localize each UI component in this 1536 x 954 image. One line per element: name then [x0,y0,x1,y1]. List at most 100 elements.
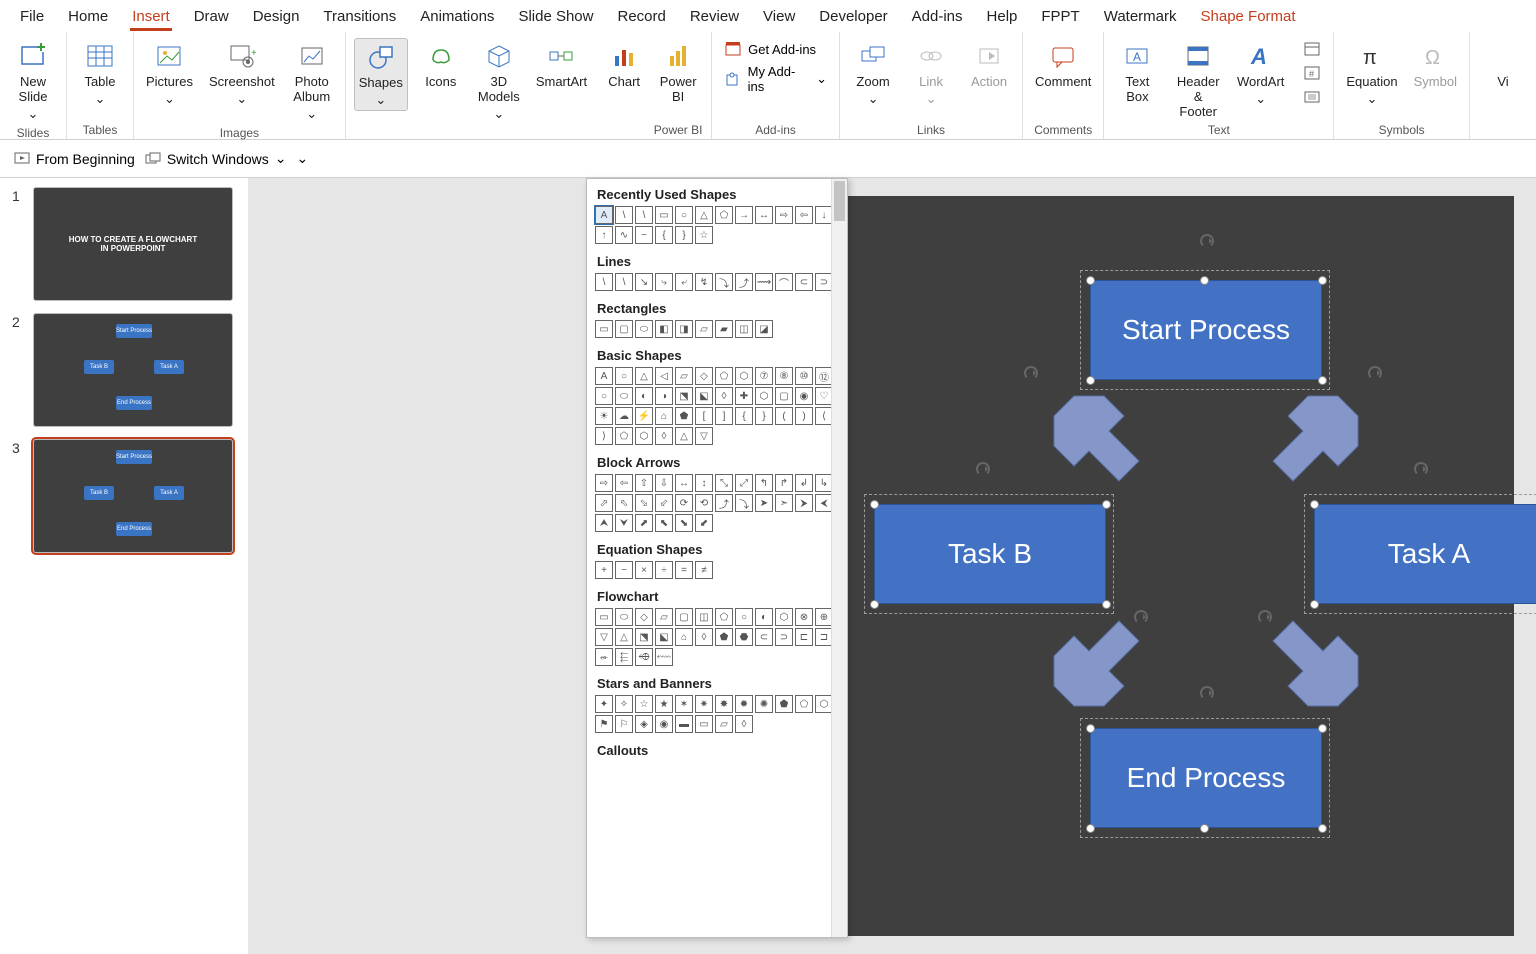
shape-item[interactable]: ⇦ [615,474,633,492]
shape-item[interactable]: ⬡ [735,367,753,385]
shape-item[interactable]: ◇ [695,367,713,385]
rotate-handle[interactable] [976,462,990,476]
shape-item[interactable]: ⇨ [595,474,613,492]
shape-item[interactable]: ⌂ [675,628,693,646]
shape-arrow-bl[interactable] [1034,616,1144,726]
shapes-dropdown[interactable]: Recently Used ShapesA\\▭○△⬠→↔⇨⇦↓↑∿~{}☆Li… [586,178,848,938]
shape-item[interactable]: ~ [635,226,653,244]
resize-handle[interactable] [1102,500,1111,509]
resize-handle[interactable] [1318,376,1327,385]
action-button[interactable]: Action [964,38,1014,91]
shape-item[interactable]: ] [715,407,733,425]
shape-item[interactable]: ⬭ [615,387,633,405]
shape-item[interactable]: ○ [675,206,693,224]
shapes-button[interactable]: Shapes ⌄ [354,38,408,111]
shape-item[interactable]: ⇩ [655,474,673,492]
shape-item[interactable]: → [735,206,753,224]
shape-item[interactable]: ⤶ [675,273,693,291]
qat-overflow-button[interactable]: ⌄ [296,150,308,167]
shape-item[interactable]: ↑ [595,226,613,244]
shape-item[interactable]: ⬉ [655,514,673,532]
resize-handle[interactable] [1086,824,1095,833]
shape-item[interactable]: ☆ [695,226,713,244]
shape-item[interactable]: ◨ [675,320,693,338]
table-button[interactable]: Table ⌄ [75,38,125,109]
shape-start-process[interactable]: Start Process [1090,280,1322,380]
tab-record[interactable]: Record [605,4,677,29]
thumbnail-slide[interactable]: Start Process Task B Task A End Process [34,440,232,552]
shape-item[interactable]: ◑ [655,387,673,405]
thumbnail-slide[interactable]: HOW TO CREATE A FLOWCHART IN POWERPOINT [34,188,232,300]
slide-thumbnail-panel[interactable]: 1 HOW TO CREATE A FLOWCHART IN POWERPOIN… [0,178,248,954]
shape-item[interactable]: ◊ [695,628,713,646]
shape-item[interactable]: ⚑ [595,715,613,733]
shape-item[interactable]: ⑩ [795,367,813,385]
shape-item[interactable]: ⤡ [715,474,733,492]
shape-item[interactable]: ◈ [635,715,653,733]
shape-item[interactable]: ✹ [735,695,753,713]
shape-item[interactable]: ↔ [755,206,773,224]
shape-item[interactable]: A [595,206,613,224]
pictures-button[interactable]: Pictures ⌄ [142,38,197,109]
shape-item[interactable]: ★ [655,695,673,713]
shape-item[interactable]: ) [795,407,813,425]
shape-item[interactable]: ✺ [755,695,773,713]
resize-handle[interactable] [1310,600,1319,609]
shape-item[interactable]: ⟳ [675,494,693,512]
new-slide-button[interactable]: New Slide ⌄ [8,38,58,124]
shape-item[interactable]: ▭ [595,608,613,626]
shape-item[interactable]: { [735,407,753,425]
tab-addins[interactable]: Add-ins [900,4,975,29]
shape-item[interactable]: △ [635,367,653,385]
shape-item[interactable]: ⬭ [615,608,633,626]
shape-item[interactable]: ☆ [635,695,653,713]
shape-item[interactable]: ⬱ [615,648,633,666]
shape-item[interactable]: ⬭ [635,320,653,338]
shape-item[interactable]: ▬ [675,715,693,733]
shape-item[interactable]: ⬂ [635,494,653,512]
thumbnail-2[interactable]: 2 Start Process Task B Task A End Proces… [12,314,236,426]
shape-item[interactable]: { [655,226,673,244]
tab-review[interactable]: Review [678,4,751,29]
shape-item[interactable]: ◫ [735,320,753,338]
resize-handle[interactable] [1086,276,1095,285]
my-addins-button[interactable]: My Add-ins ⌄ [720,62,831,96]
shape-item[interactable]: ⚐ [615,715,633,733]
shape-item[interactable]: ▱ [715,715,733,733]
shape-item[interactable]: ☀ [595,407,613,425]
shape-item[interactable]: ○ [735,608,753,626]
shape-item[interactable]: ⑧ [775,367,793,385]
shape-item[interactable]: ⮞ [795,494,813,512]
resize-handle[interactable] [1310,500,1319,509]
shape-item[interactable]: △ [695,206,713,224]
scrollbar-thumb[interactable] [834,181,845,221]
shape-task-b[interactable]: Task B [874,504,1106,604]
shape-item[interactable]: ▭ [695,715,713,733]
shape-item[interactable]: ↲ [795,474,813,492]
resize-handle[interactable] [1318,276,1327,285]
shape-item[interactable]: ⇦ [795,206,813,224]
tab-view[interactable]: View [751,4,807,29]
chart-button[interactable]: Chart [599,38,649,91]
shape-item[interactable]: ▱ [695,320,713,338]
shape-item[interactable]: ▢ [775,387,793,405]
shape-item[interactable]: ⮟ [615,514,633,532]
shape-item[interactable]: ◇ [635,608,653,626]
rotate-handle[interactable] [1368,366,1382,380]
shape-item[interactable]: ⬕ [695,387,713,405]
from-beginning-button[interactable]: From Beginning [14,151,135,167]
shape-item[interactable]: ⬁ [615,494,633,512]
shape-item[interactable]: = [675,561,693,579]
shape-item[interactable]: ↯ [695,273,713,291]
shape-item[interactable]: ⤢ [735,474,753,492]
resize-handle[interactable] [870,600,879,609]
shape-item[interactable]: ⬣ [735,628,753,646]
tab-fppt[interactable]: FPPT [1029,4,1091,29]
shape-item[interactable]: ✚ [735,387,753,405]
slide-number-button[interactable]: # [1299,62,1325,84]
comment-button[interactable]: Comment [1031,38,1095,91]
shape-item[interactable]: ⊃ [775,628,793,646]
shape-task-a[interactable]: Task A [1314,504,1536,604]
shape-item[interactable]: ⬠ [715,608,733,626]
shape-item[interactable]: ⤵ [735,494,753,512]
